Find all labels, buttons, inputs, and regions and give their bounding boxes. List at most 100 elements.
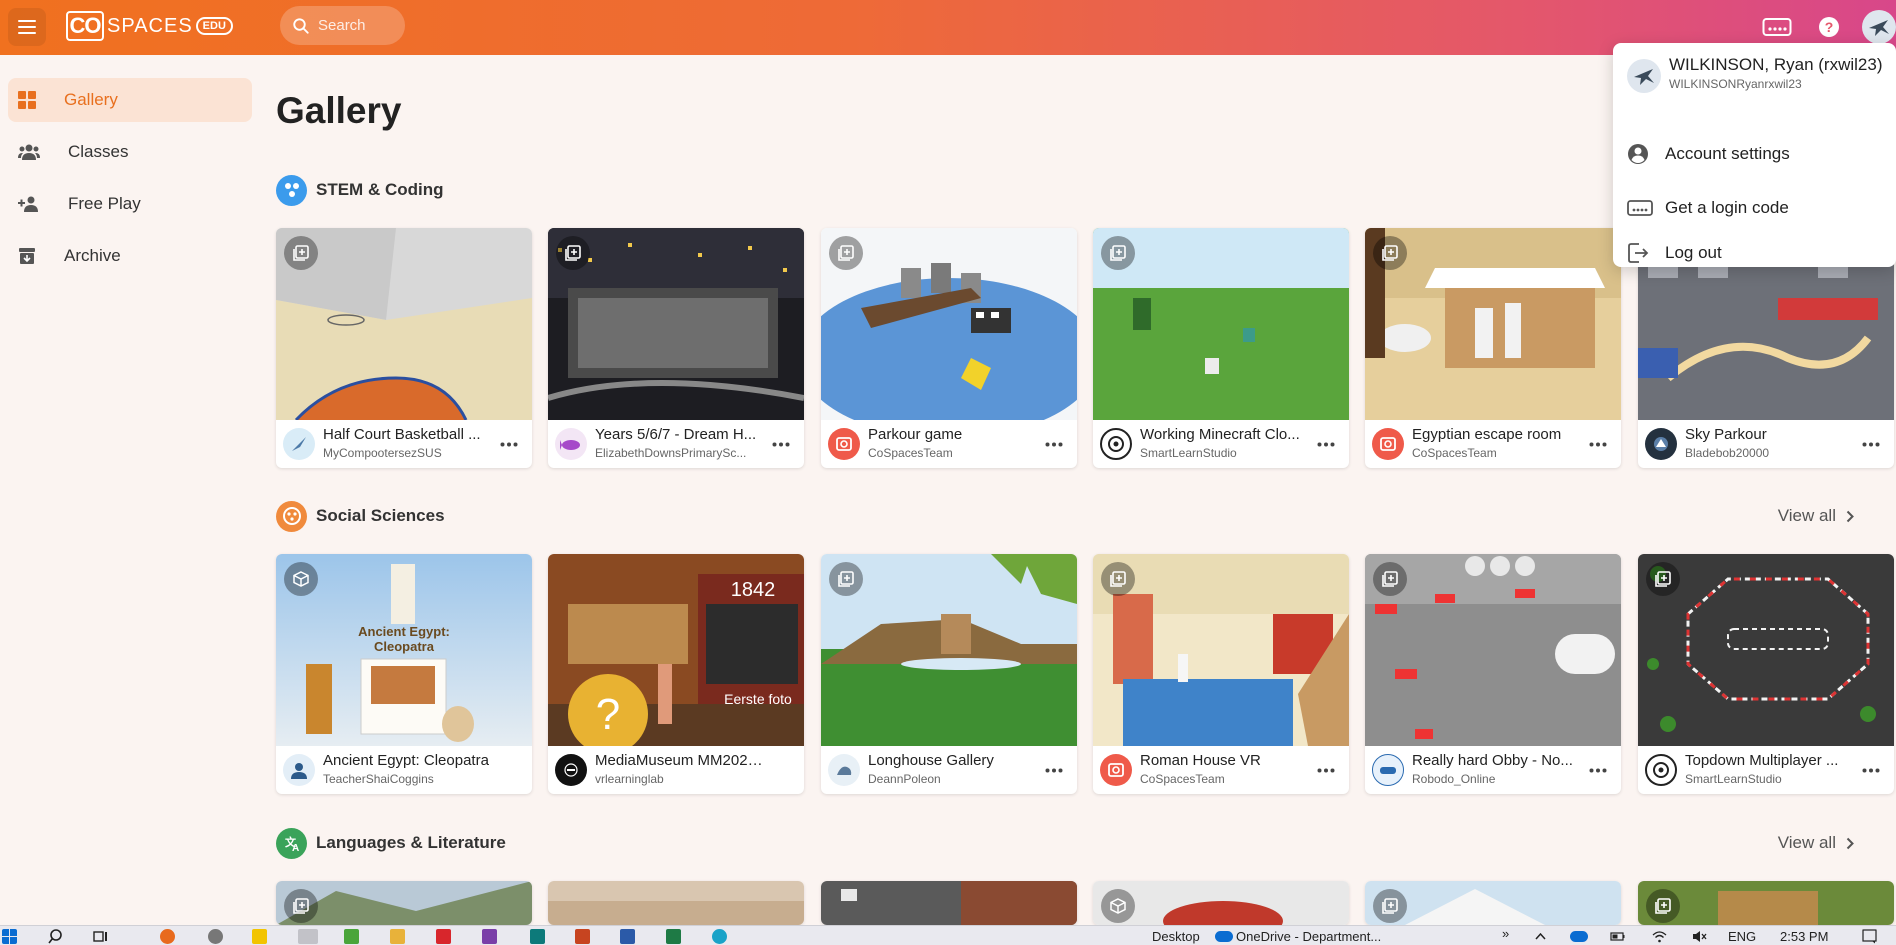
desktop-toolbar[interactable]: Desktop — [1152, 929, 1200, 944]
help-button[interactable]: ? — [1812, 10, 1846, 44]
search-icon — [293, 17, 309, 34]
card-author: MyCompootersezSUS — [323, 446, 442, 460]
cube-icon — [293, 571, 309, 587]
languages-literature-icon: 文A — [276, 827, 307, 859]
add-to-library-button[interactable] — [284, 236, 318, 270]
wifi-icon[interactable] — [1652, 929, 1667, 944]
acrobat-icon[interactable] — [436, 929, 451, 944]
add-to-library-button[interactable] — [1646, 889, 1680, 923]
sidebar: Gallery Classes Free Play Archive — [0, 55, 260, 905]
sidebar-item-gallery[interactable]: Gallery — [8, 78, 252, 122]
log-out-item[interactable]: Log out — [1613, 239, 1896, 267]
more-options-button[interactable] — [1313, 758, 1339, 782]
more-options-button[interactable] — [1858, 432, 1884, 456]
space-card[interactable] — [276, 881, 532, 925]
view-all-label: View all — [1777, 833, 1836, 852]
space-card[interactable]: Roman House VR CoSpacesTeam — [1093, 554, 1349, 794]
add-to-library-button[interactable] — [284, 889, 318, 923]
file-explorer-icon[interactable] — [390, 929, 405, 944]
green-app-icon[interactable] — [344, 929, 359, 944]
language-indicator[interactable]: ENG — [1728, 929, 1756, 944]
more-options-button[interactable] — [1858, 758, 1884, 782]
view-3d-button[interactable] — [1101, 889, 1135, 923]
view-all-link[interactable]: View all — [1778, 506, 1854, 526]
space-card[interactable]: Parkour game CoSpacesTeam — [821, 228, 1077, 468]
space-card[interactable] — [1093, 881, 1349, 925]
onedrive-tray-icon[interactable] — [1570, 931, 1588, 942]
card-footer: Roman House VR CoSpacesTeam — [1093, 746, 1349, 794]
onedrive-toolbar[interactable]: OneDrive - Department... — [1236, 929, 1381, 944]
add-to-library-button[interactable] — [556, 236, 590, 270]
notification-icon[interactable] — [1862, 929, 1877, 944]
card-author: SmartLearnStudio — [1140, 446, 1237, 460]
volume-muted-icon[interactable] — [1692, 929, 1707, 944]
add-to-library-button[interactable] — [1373, 889, 1407, 923]
add-to-library-button[interactable] — [1646, 562, 1680, 596]
section-languages-literature: 文A Languages & Literature View all — [276, 827, 1876, 859]
chevron-up-icon[interactable] — [1533, 929, 1548, 944]
task-view-icon[interactable] — [93, 929, 108, 944]
thumb-caption-line1: Ancient Egypt: — [358, 624, 450, 639]
more-options-button[interactable] — [768, 432, 794, 456]
get-login-code-item[interactable]: Get a login code — [1613, 185, 1896, 231]
more-options-button[interactable] — [1313, 432, 1339, 456]
add-to-library-button[interactable] — [829, 236, 863, 270]
add-to-library-button[interactable] — [829, 562, 863, 596]
add-to-library-button[interactable] — [1101, 236, 1135, 270]
hamburger-menu-button[interactable] — [8, 8, 46, 46]
space-card[interactable]: Really hard Obby - No... Robodo_Online — [1365, 554, 1621, 794]
powerpoint-icon[interactable] — [575, 929, 590, 944]
windows-start-icon[interactable] — [2, 929, 17, 944]
space-card[interactable]: Longhouse Gallery DeannPoleon — [821, 554, 1077, 794]
space-card[interactable] — [1638, 881, 1894, 925]
onenote-icon[interactable] — [482, 929, 497, 944]
edge-icon[interactable] — [712, 929, 727, 944]
space-card[interactable] — [821, 881, 1077, 925]
clock-app-icon[interactable] — [208, 929, 223, 944]
add-to-library-button[interactable] — [1373, 236, 1407, 270]
more-options-button[interactable] — [496, 432, 522, 456]
add-to-library-button[interactable] — [1101, 562, 1135, 596]
space-card[interactable]: Years 5/6/7 - Dream H... ElizabethDownsP… — [548, 228, 804, 468]
space-card[interactable]: Working Minecraft Clo... SmartLearnStudi… — [1093, 228, 1349, 468]
more-options-button[interactable] — [1585, 758, 1611, 782]
space-card[interactable]: Half Court Basketball ... MyCompootersez… — [276, 228, 532, 468]
add-copy-icon — [565, 245, 581, 261]
battery-icon[interactable] — [1610, 929, 1625, 944]
word-icon[interactable] — [620, 929, 635, 944]
space-card[interactable]: Topdown Multiplayer ... SmartLearnStudio — [1638, 554, 1894, 794]
space-card[interactable] — [1365, 881, 1621, 925]
more-options-button[interactable] — [1041, 432, 1067, 456]
author-avatar — [1100, 754, 1132, 786]
search-box[interactable] — [280, 6, 405, 45]
space-card[interactable]: Egyptian escape room CoSpacesTeam — [1365, 228, 1621, 468]
more-options-button[interactable] — [1041, 758, 1067, 782]
account-settings-item[interactable]: Account settings — [1613, 131, 1896, 177]
space-card[interactable]: Ancient Egypt: Cleopatra Ancient Egypt: … — [276, 554, 532, 794]
excel-icon[interactable] — [666, 929, 681, 944]
user-avatar-button[interactable] — [1862, 10, 1896, 44]
search-icon[interactable] — [48, 929, 63, 944]
author-avatar — [555, 754, 587, 786]
cospaces-edu-logo[interactable]: CO SPACES EDU — [66, 11, 233, 41]
sidebar-item-archive[interactable]: Archive — [8, 234, 252, 278]
view-all-label: View all — [1777, 506, 1836, 525]
toolbar-overflow-chevron[interactable]: » — [1502, 926, 1509, 941]
grid-icon — [18, 91, 36, 109]
active-app-icon[interactable] — [298, 929, 318, 944]
firefox-icon[interactable] — [160, 929, 175, 944]
system-clock[interactable]: 2:53 PM — [1780, 929, 1828, 944]
sidebar-item-free-play[interactable]: Free Play — [8, 182, 252, 226]
more-options-button[interactable] — [1585, 432, 1611, 456]
publisher-icon[interactable] — [530, 929, 545, 944]
space-card[interactable]: 1842 Eerste foto ? MediaMuseum MM2020 - … — [548, 554, 804, 794]
page-title: Gallery — [276, 90, 402, 131]
sticky-notes-icon[interactable] — [252, 929, 267, 944]
sidebar-item-classes[interactable]: Classes — [8, 130, 252, 174]
view-all-link[interactable]: View all — [1778, 833, 1854, 853]
search-input[interactable] — [318, 17, 398, 34]
space-card[interactable] — [548, 881, 804, 925]
add-to-library-button[interactable] — [1373, 562, 1407, 596]
login-code-button[interactable] — [1760, 10, 1794, 44]
view-3d-button[interactable] — [284, 562, 318, 596]
